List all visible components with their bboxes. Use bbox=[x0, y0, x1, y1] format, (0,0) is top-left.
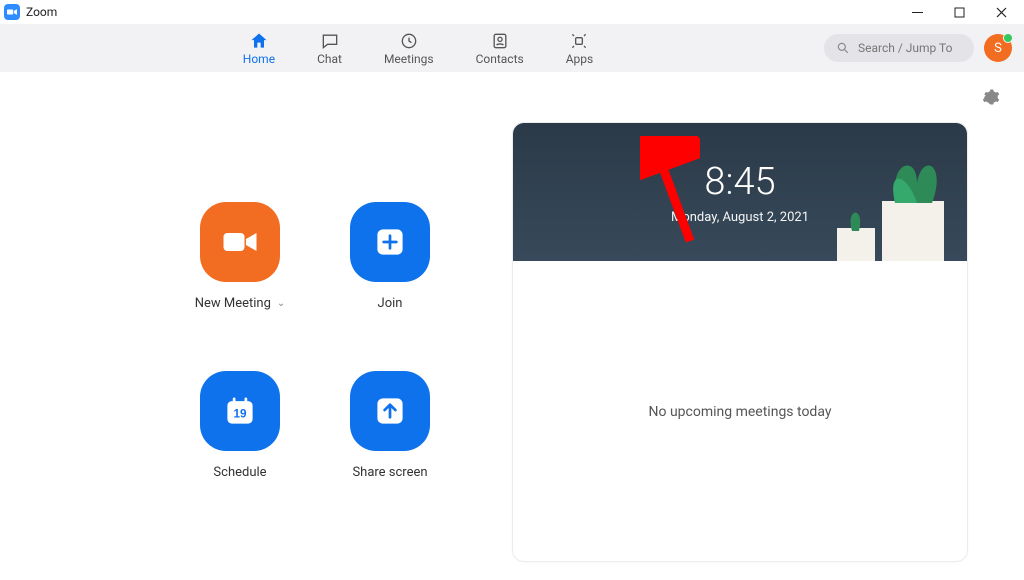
zoom-app-icon bbox=[4, 4, 20, 20]
schedule-button[interactable]: 19 Schedule bbox=[180, 371, 300, 480]
tab-home[interactable]: Home bbox=[243, 31, 275, 66]
search-input[interactable]: Search / Jump To bbox=[824, 34, 974, 62]
action-label: New Meeting ⌄ bbox=[195, 296, 286, 311]
app-title: Zoom bbox=[26, 5, 57, 19]
action-label: Share screen bbox=[352, 465, 427, 480]
video-icon bbox=[222, 224, 258, 260]
apps-icon bbox=[569, 31, 589, 51]
clock-icon bbox=[399, 31, 419, 51]
search-icon bbox=[836, 41, 850, 55]
share-tile bbox=[350, 371, 430, 451]
tab-contacts[interactable]: Contacts bbox=[476, 31, 524, 66]
action-label: Schedule bbox=[213, 465, 266, 480]
plus-icon bbox=[372, 224, 408, 260]
chat-icon bbox=[320, 31, 340, 51]
tab-meetings[interactable]: Meetings bbox=[384, 31, 434, 66]
close-button[interactable] bbox=[992, 3, 1010, 21]
upcoming-card: 8:45 Monday, August 2, 2021 No upcoming … bbox=[512, 122, 968, 562]
avatar[interactable]: S bbox=[984, 34, 1012, 62]
tab-label: Chat bbox=[317, 52, 342, 66]
home-icon bbox=[249, 31, 269, 51]
window-titlebar: Zoom bbox=[0, 0, 1024, 24]
empty-message: No upcoming meetings today bbox=[649, 404, 832, 420]
action-label: Join bbox=[378, 296, 403, 311]
window-controls bbox=[908, 3, 1020, 21]
card-body: No upcoming meetings today bbox=[513, 261, 967, 562]
tab-label: Contacts bbox=[476, 52, 524, 66]
nav-tabs: Home Chat Meetings Contacts Apps bbox=[12, 31, 824, 66]
arrow-up-icon bbox=[372, 393, 408, 429]
schedule-tile: 19 bbox=[200, 371, 280, 451]
tab-chat[interactable]: Chat bbox=[317, 31, 342, 66]
calendar-day-text: 19 bbox=[233, 407, 247, 420]
contacts-icon bbox=[490, 31, 510, 51]
minimize-button[interactable] bbox=[908, 3, 926, 21]
join-tile bbox=[350, 202, 430, 282]
search-placeholder: Search / Jump To bbox=[858, 41, 952, 55]
content-area: New Meeting ⌄ Join 19 Schedule bbox=[0, 72, 1024, 580]
new-meeting-button[interactable]: New Meeting ⌄ bbox=[180, 202, 300, 311]
top-nav: Home Chat Meetings Contacts Apps bbox=[0, 24, 1024, 72]
settings-button[interactable] bbox=[982, 88, 1000, 110]
clock-time: 8:45 bbox=[704, 160, 775, 204]
maximize-button[interactable] bbox=[950, 3, 968, 21]
join-button[interactable]: Join bbox=[330, 202, 450, 311]
quick-actions: New Meeting ⌄ Join 19 Schedule bbox=[180, 202, 450, 480]
nav-right: Search / Jump To S bbox=[824, 34, 1012, 62]
clock-date: Monday, August 2, 2021 bbox=[671, 210, 809, 225]
tab-label: Meetings bbox=[384, 52, 434, 66]
tab-label: Home bbox=[243, 52, 275, 66]
gear-icon bbox=[982, 88, 1000, 106]
new-meeting-tile bbox=[200, 202, 280, 282]
tab-apps[interactable]: Apps bbox=[566, 31, 594, 66]
plant-illustration bbox=[767, 123, 967, 261]
tab-label: Apps bbox=[566, 52, 594, 66]
chevron-down-icon[interactable]: ⌄ bbox=[277, 298, 285, 309]
avatar-initial: S bbox=[994, 41, 1002, 56]
card-header: 8:45 Monday, August 2, 2021 bbox=[513, 123, 967, 261]
calendar-icon: 19 bbox=[222, 393, 258, 429]
share-screen-button[interactable]: Share screen bbox=[330, 371, 450, 480]
titlebar-left: Zoom bbox=[4, 4, 908, 20]
